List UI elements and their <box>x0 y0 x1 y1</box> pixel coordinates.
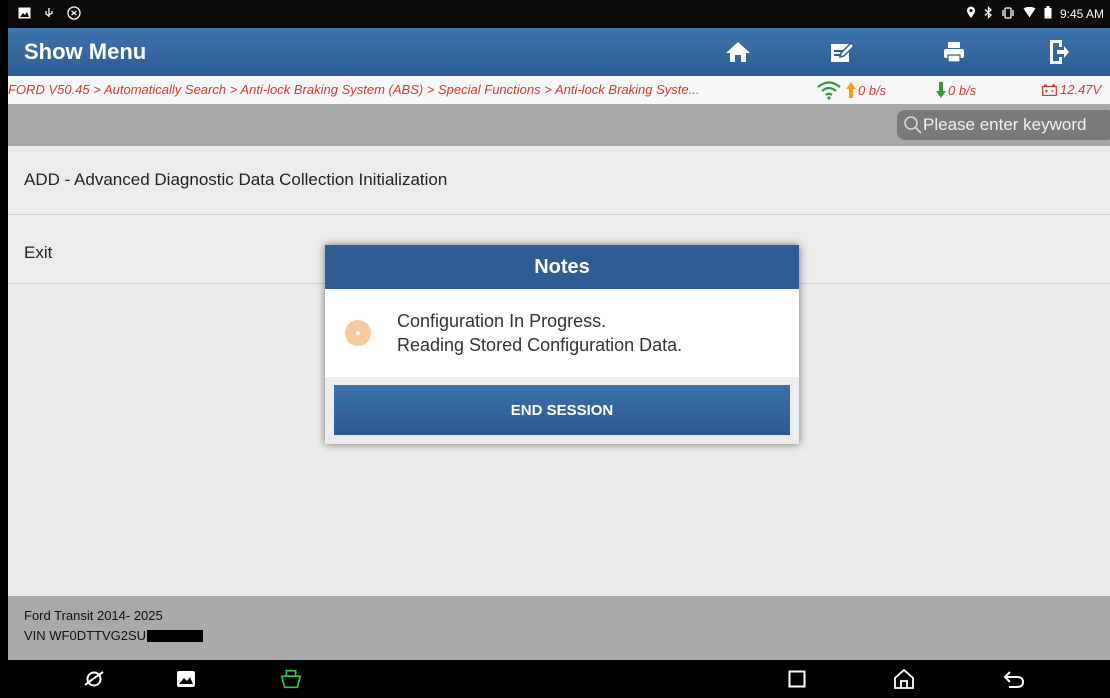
notes-dialog: Notes Configuration In Progress. Reading… <box>325 245 799 444</box>
dialog-header: Notes <box>325 245 799 289</box>
progress-indicator-icon <box>345 320 371 346</box>
dialog-body: Configuration In Progress. Reading Store… <box>325 289 799 377</box>
end-session-button[interactable]: END SESSION <box>334 385 790 435</box>
app-frame: 9:45 AM Show Menu FORD V50.45 > Automati… <box>8 0 1110 698</box>
dialog-message-line2: Reading Stored Configuration Data. <box>397 335 683 355</box>
dialog-message-line1: Configuration In Progress. <box>397 311 607 331</box>
dialog-title: Notes <box>534 255 590 278</box>
dialog-footer: END SESSION <box>325 377 799 444</box>
